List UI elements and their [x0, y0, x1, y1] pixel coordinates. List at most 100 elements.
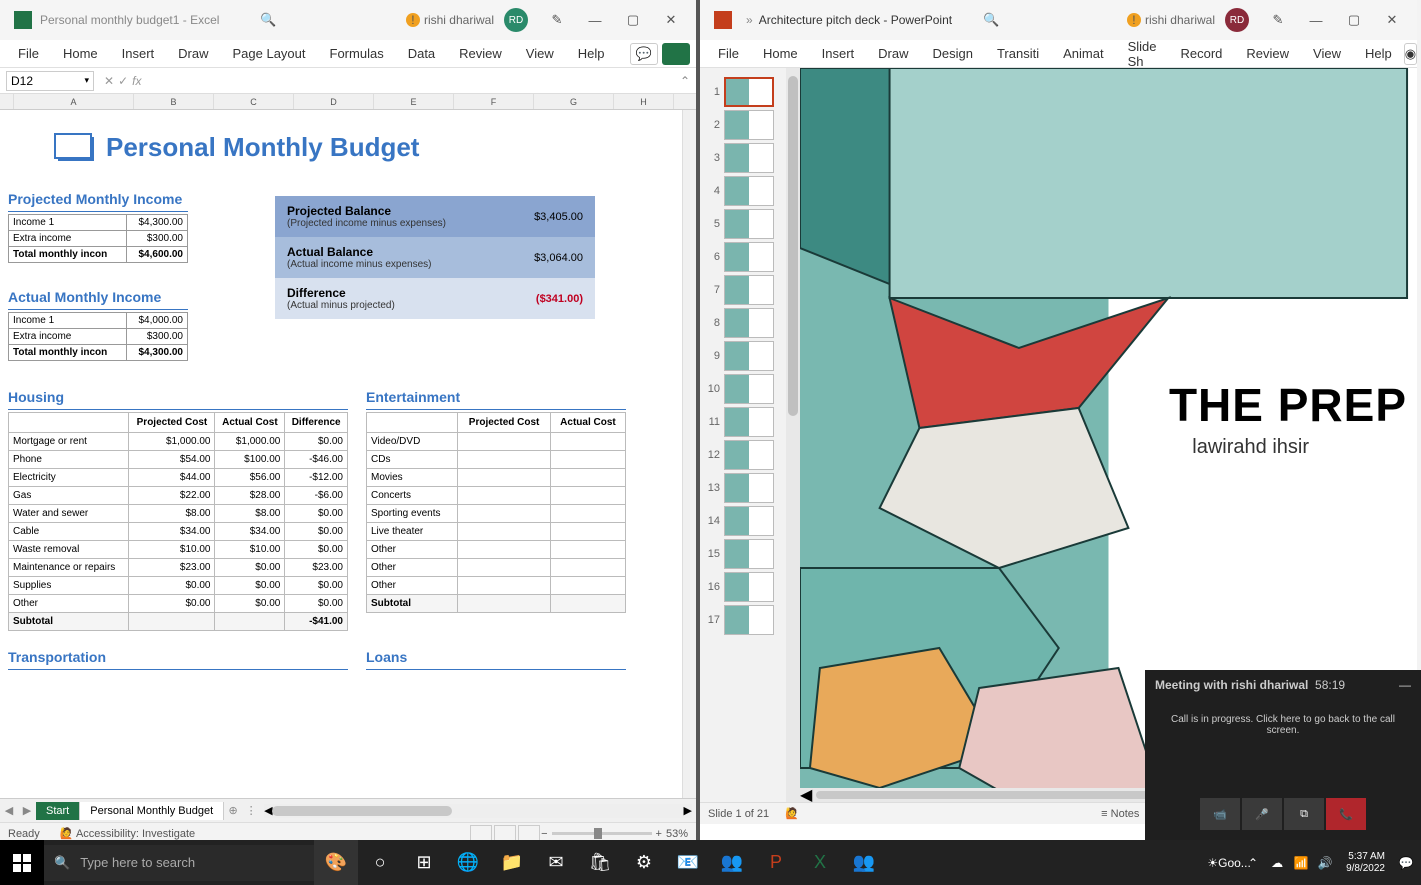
slide-thumb[interactable]: 5 [706, 209, 794, 239]
tab-slideshow[interactable]: Slide Sh [1116, 35, 1169, 73]
cortana-icon[interactable]: ○ [358, 840, 402, 885]
tab-draw[interactable]: Draw [866, 42, 920, 65]
slide-thumb[interactable]: 12 [706, 440, 794, 470]
horizontal-scrollbar[interactable]: ◀▶ [264, 804, 692, 818]
sheet-tab-budget[interactable]: Personal Monthly Budget [80, 802, 224, 820]
slide-thumb[interactable]: 6 [706, 242, 794, 272]
tab-transitions[interactable]: Transiti [985, 42, 1051, 65]
add-sheet-button[interactable]: ⊕ [224, 804, 242, 817]
camera-button[interactable]: 📹 [1200, 798, 1240, 830]
record-button[interactable]: ◉ [1404, 43, 1417, 65]
vertical-scrollbar[interactable] [682, 110, 696, 798]
settings-icon[interactable]: ⚙ [622, 840, 666, 885]
volume-icon[interactable]: 🔊 [1314, 852, 1336, 874]
mic-button[interactable]: 🎤 [1242, 798, 1282, 830]
wifi-icon[interactable]: 📶 [1290, 852, 1312, 874]
tab-design[interactable]: Design [921, 42, 985, 65]
tab-home[interactable]: Home [751, 42, 810, 65]
slide-thumb[interactable]: 4 [706, 176, 794, 206]
cancel-icon[interactable]: ✕ [104, 74, 114, 88]
taskbar-search[interactable]: 🔍Type here to search [44, 845, 314, 881]
notes-button[interactable]: ≡ Notes [1101, 808, 1139, 820]
weather-tray[interactable]: ☀ Goo... [1218, 852, 1240, 874]
tab-help[interactable]: Help [566, 42, 617, 65]
excel-taskbar-icon[interactable]: X [798, 840, 842, 885]
powerpoint-taskbar-icon[interactable]: P [754, 840, 798, 885]
start-button[interactable] [0, 840, 44, 885]
chevron-up-icon[interactable]: ⌃ [1242, 852, 1264, 874]
tab-formulas[interactable]: Formulas [318, 42, 396, 65]
accept-icon[interactable]: ✓ [118, 74, 128, 88]
minimize-button[interactable]: — [576, 4, 614, 36]
slide-thumb[interactable]: 1 [706, 77, 794, 107]
tab-nav-next[interactable]: ▶ [18, 804, 36, 817]
slide-thumb[interactable]: 7 [706, 275, 794, 305]
search-icon[interactable]: 🔍 [249, 4, 287, 36]
slide-thumb[interactable]: 3 [706, 143, 794, 173]
col-h[interactable]: H [614, 94, 674, 109]
slide-thumb[interactable]: 8 [706, 308, 794, 338]
access-icon[interactable]: 🙋 [785, 807, 799, 820]
tab-review[interactable]: Review [447, 42, 514, 65]
notifications-icon[interactable]: 💬 [1395, 852, 1417, 874]
tab-nav-prev[interactable]: ◀ [0, 804, 18, 817]
thumbnail-scrollbar[interactable] [786, 68, 800, 802]
slide-thumb[interactable]: 17 [706, 605, 794, 635]
sheet-content[interactable]: Personal Monthly Budget Projected Monthl… [0, 110, 682, 798]
zoom-control[interactable]: −+ 53% [541, 828, 688, 840]
slide-thumb[interactable]: 14 [706, 506, 794, 536]
share-screen-button[interactable]: ⧉ [1284, 798, 1324, 830]
formula-input[interactable] [151, 71, 679, 91]
slide-thumb[interactable]: 16 [706, 572, 794, 602]
minimize-call-icon[interactable]: — [1399, 678, 1411, 692]
tab-record[interactable]: Record [1169, 42, 1235, 65]
tab-insert[interactable]: Insert [810, 42, 867, 65]
avatar[interactable]: RD [1225, 8, 1249, 32]
outlook-icon[interactable]: 📧 [666, 840, 710, 885]
maximize-button[interactable]: ▢ [1335, 4, 1373, 36]
slide-thumb[interactable]: 2 [706, 110, 794, 140]
share-button[interactable] [662, 43, 690, 65]
tab-animations[interactable]: Animat [1051, 42, 1115, 65]
tab-review[interactable]: Review [1234, 42, 1301, 65]
tab-draw[interactable]: Draw [166, 42, 220, 65]
avatar[interactable]: RD [504, 8, 528, 32]
col-b[interactable]: B [134, 94, 214, 109]
slide-thumb[interactable]: 11 [706, 407, 794, 437]
news-icon[interactable]: 🎨 [314, 840, 358, 885]
col-c[interactable]: C [214, 94, 294, 109]
edge-icon[interactable]: 🌐 [446, 840, 490, 885]
pen-icon[interactable]: ✎ [1259, 4, 1297, 36]
pen-icon[interactable]: ✎ [538, 4, 576, 36]
tab-file[interactable]: File [6, 42, 51, 65]
tab-pagelayout[interactable]: Page Layout [221, 42, 318, 65]
store-icon[interactable]: 🛍 [578, 840, 622, 885]
tab-view[interactable]: View [1301, 42, 1353, 65]
slide-thumb[interactable]: 10 [706, 374, 794, 404]
sheet-tab-start[interactable]: Start [36, 802, 80, 820]
minimize-button[interactable]: — [1297, 4, 1335, 36]
accessibility-status[interactable]: 🙋 Accessibility: Investigate [60, 827, 195, 840]
tab-file[interactable]: File [706, 42, 751, 65]
teams-icon[interactable]: 👥 [710, 840, 754, 885]
taskview-icon[interactable]: ⊞ [402, 840, 446, 885]
close-button[interactable]: ✕ [652, 4, 690, 36]
tab-data[interactable]: Data [396, 42, 447, 65]
onedrive-icon[interactable]: ☁ [1266, 852, 1288, 874]
tab-home[interactable]: Home [51, 42, 110, 65]
name-box[interactable]: D12▾ [6, 71, 94, 91]
slide-thumb[interactable]: 15 [706, 539, 794, 569]
slide-thumb[interactable]: 13 [706, 473, 794, 503]
hangup-button[interactable]: 📞 [1326, 798, 1366, 830]
col-d[interactable]: D [294, 94, 374, 109]
col-f[interactable]: F [454, 94, 534, 109]
col-e[interactable]: E [374, 94, 454, 109]
comments-button[interactable]: 💬 [630, 43, 658, 65]
tab-help[interactable]: Help [1353, 42, 1404, 65]
maximize-button[interactable]: ▢ [614, 4, 652, 36]
expand-formula-icon[interactable]: ⌃ [680, 74, 690, 88]
teams-call-popup[interactable]: Meeting with rishi dhariwal 58:19 — Call… [1145, 670, 1421, 840]
close-button[interactable]: ✕ [1373, 4, 1411, 36]
tab-insert[interactable]: Insert [110, 42, 167, 65]
slide-thumb[interactable]: 9 [706, 341, 794, 371]
